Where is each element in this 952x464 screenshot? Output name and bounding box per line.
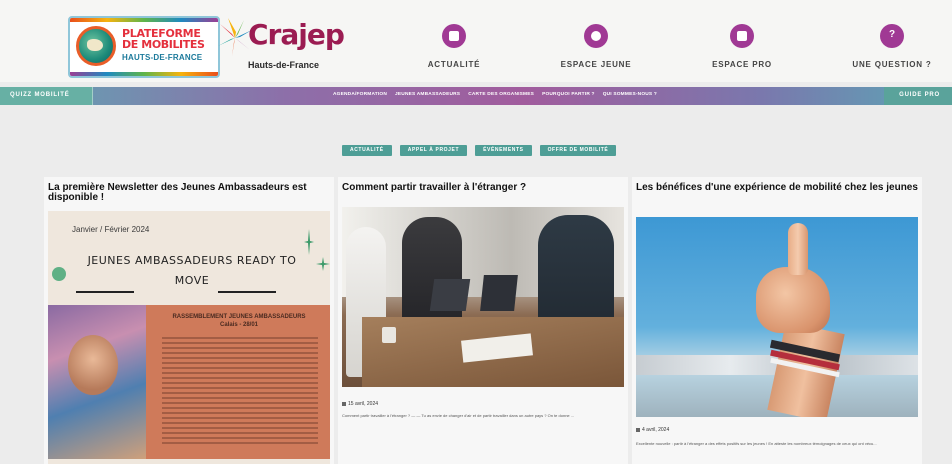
main-content: ACTUALITÉ APPEL À PROJET ÉVÉNEMENTS OFFR… bbox=[0, 105, 952, 464]
article-date: 4 avril, 2024 bbox=[636, 427, 669, 433]
newsletter-subheading: RASSEMBLEMENT JEUNES AMBASSADEURS Calais… bbox=[172, 314, 306, 328]
nav-une-question[interactable]: ? UNE QUESTION ? bbox=[832, 24, 952, 72]
logo-line2: DE MOBILITES bbox=[122, 38, 205, 51]
subnav-link-agenda[interactable]: AGENDA/FORMATION bbox=[333, 92, 387, 97]
group-photo bbox=[48, 305, 146, 459]
logo-rainbow-band bbox=[70, 72, 218, 76]
logo-line3: HAUTS-DE-FRANCE bbox=[122, 53, 203, 62]
guide-pro-button[interactable]: GUIDE PRO bbox=[884, 87, 952, 105]
sparkle-icon bbox=[316, 257, 330, 271]
nav-label: ESPACE PRO bbox=[712, 60, 772, 69]
article-title[interactable]: Comment partir travailler à l'étranger ? bbox=[342, 183, 624, 193]
guide-pro-label: GUIDE PRO bbox=[899, 92, 940, 98]
logo-text: PLATEFORME DE MOBILITES HAUTS-DE-FRANCE bbox=[122, 28, 214, 63]
divider bbox=[218, 291, 276, 293]
newsletter-body-text bbox=[162, 337, 318, 447]
article-excerpt: Excellente nouvelle : partir à l'étrange… bbox=[636, 441, 877, 446]
question-glyph: ? bbox=[888, 29, 896, 40]
nav-label: UNE QUESTION ? bbox=[852, 60, 932, 69]
laptop-figure bbox=[429, 279, 471, 311]
quizz-mobilite-button[interactable]: QUIZZ MOBILITÉ bbox=[0, 87, 93, 105]
filter-evenements[interactable]: ÉVÉNEMENTS bbox=[475, 145, 532, 156]
crajep-wordmark: Crajep bbox=[248, 18, 345, 51]
question-icon: ? bbox=[880, 24, 904, 48]
crajep-region: Hauts-de-France bbox=[248, 60, 320, 70]
subnav-links: AGENDA/FORMATION JEUNES AMBASSADEURS CAR… bbox=[333, 92, 657, 97]
subnav-link-jeunes-ambassadeurs[interactable]: JEUNES AMBASSADEURS bbox=[395, 92, 460, 97]
newsletter-headline: JEUNES AMBASSADEURS READY TO MOVE bbox=[87, 254, 297, 287]
document-icon bbox=[442, 24, 466, 48]
site-header: PLATEFORME DE MOBILITES HAUTS-DE-FRANCE … bbox=[0, 0, 952, 82]
nav-actualite[interactable]: ACTUALITÉ bbox=[394, 24, 514, 72]
plateforme-mobilites-logo[interactable]: PLATEFORME DE MOBILITES HAUTS-DE-FRANCE bbox=[68, 16, 220, 78]
office-meeting-image[interactable] bbox=[342, 207, 624, 387]
crajep-burst-icon bbox=[218, 18, 252, 56]
crajep-logo[interactable]: Crajep Hauts-de-France bbox=[218, 16, 345, 78]
article-title[interactable]: La première Newsletter des Jeunes Ambass… bbox=[48, 183, 330, 203]
article-title[interactable]: Les bénéfices d'une expérience de mobili… bbox=[636, 183, 918, 193]
nav-label: ESPACE JEUNE bbox=[560, 60, 632, 69]
filter-offre-de-mobilite[interactable]: OFFRE DE MOBILITÉ bbox=[539, 145, 617, 156]
laptop-figure bbox=[480, 275, 518, 311]
newsletter-image[interactable]: Janvier / Février 2024 JEUNES AMBASSADEU… bbox=[48, 211, 330, 464]
category-filters: ACTUALITÉ APPEL À PROJET ÉVÉNEMENTS OFFR… bbox=[342, 145, 617, 156]
filter-appel-a-projet[interactable]: APPEL À PROJET bbox=[399, 145, 468, 156]
article-date: 15 avril, 2024 bbox=[342, 401, 378, 407]
thumbs-up-icon bbox=[788, 223, 808, 275]
article-excerpt: Comment partir travailler à l'étranger ?… bbox=[342, 413, 575, 418]
article-card[interactable]: Comment partir travailler à l'étranger ?… bbox=[338, 177, 628, 464]
cup-figure bbox=[382, 327, 396, 343]
subnav-link-pourquoi-partir[interactable]: POURQUOI PARTIR ? bbox=[542, 92, 595, 97]
divider bbox=[76, 291, 134, 293]
filter-actualite[interactable]: ACTUALITÉ bbox=[342, 145, 392, 156]
nav-label: ACTUALITÉ bbox=[427, 60, 481, 69]
thumbs-up-image[interactable] bbox=[636, 217, 918, 417]
article-card[interactable]: Les bénéfices d'une expérience de mobili… bbox=[632, 177, 922, 464]
subnav-link-qui-sommes-nous[interactable]: QUI SOMMES-NOUS ? bbox=[603, 92, 657, 97]
quizz-mobilite-label: QUIZZ MOBILITÉ bbox=[10, 92, 70, 98]
article-date-text: 4 avril, 2024 bbox=[642, 427, 670, 433]
subnav-link-carte-organismes[interactable]: CARTE DES ORGANISMES bbox=[468, 92, 534, 97]
newsletter-panel: RASSEMBLEMENT JEUNES AMBASSADEURS Calais… bbox=[48, 305, 330, 459]
nav-espace-jeune[interactable]: ESPACE JEUNE bbox=[536, 24, 656, 72]
briefcase-icon bbox=[730, 24, 754, 48]
secondary-nav: QUIZZ MOBILITÉ AGENDA/FORMATION JEUNES A… bbox=[0, 87, 952, 105]
fist-figure bbox=[756, 267, 830, 333]
globe-icon bbox=[76, 26, 116, 66]
people-icon bbox=[584, 24, 608, 48]
article-date-text: 15 avril, 2024 bbox=[348, 401, 379, 407]
newsletter-date: Janvier / Février 2024 bbox=[72, 225, 150, 234]
decorative-dot-icon bbox=[52, 267, 66, 281]
article-card[interactable]: La première Newsletter des Jeunes Ambass… bbox=[44, 177, 334, 464]
logo-rainbow-band bbox=[70, 18, 218, 22]
nav-espace-pro[interactable]: ESPACE PRO bbox=[682, 24, 802, 72]
